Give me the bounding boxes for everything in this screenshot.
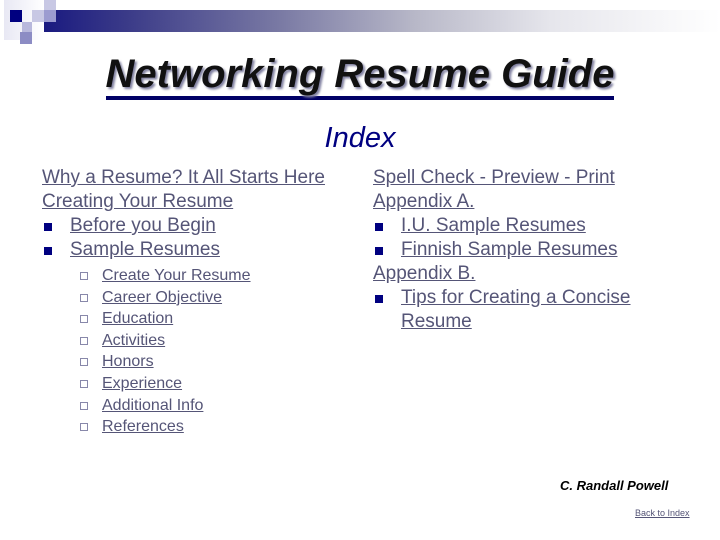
link-career-objective[interactable]: Career Objective xyxy=(102,289,222,306)
link-references[interactable]: References xyxy=(102,418,184,435)
link-activities[interactable]: Activities xyxy=(102,332,165,349)
link-iu-sample-resumes[interactable]: I.U. Sample Resumes xyxy=(401,215,586,236)
decor-square xyxy=(10,10,22,22)
list-item: Education xyxy=(42,308,325,330)
link-creating-your-resume[interactable]: Creating Your Resume xyxy=(42,191,233,212)
back-to-index-link[interactable]: Back to Index xyxy=(635,508,690,518)
square-bullet-icon xyxy=(375,223,383,231)
hollow-square-bullet-icon xyxy=(80,401,88,410)
list-item: Appendix A. xyxy=(373,190,661,214)
decor-square xyxy=(22,22,32,32)
square-bullet-icon xyxy=(44,247,52,255)
decor-square xyxy=(44,10,56,22)
list-item: Honors xyxy=(42,351,325,373)
list-item: Additional Info xyxy=(42,395,325,417)
hollow-square-bullet-icon xyxy=(80,272,88,280)
link-why-a-resume[interactable]: Why a Resume? It All Starts Here xyxy=(42,167,325,188)
hollow-square-bullet-icon xyxy=(80,315,88,324)
left-column: Why a Resume? It All Starts Here Creatin… xyxy=(42,166,325,438)
link-additional-info[interactable]: Additional Info xyxy=(102,397,203,414)
right-column: Spell Check - Preview - Print Appendix A… xyxy=(373,166,661,334)
decor-square xyxy=(44,0,56,10)
header-gradient-bar xyxy=(44,10,720,32)
page-title-text: Networking Resume Guide xyxy=(105,52,615,100)
square-bullet-icon xyxy=(44,223,52,231)
link-appendix-b[interactable]: Appendix B. xyxy=(373,263,475,284)
link-experience[interactable]: Experience xyxy=(102,375,182,392)
link-spell-check[interactable]: Spell Check - Preview - Print xyxy=(373,167,615,188)
list-item: Activities xyxy=(42,330,325,352)
hollow-square-bullet-icon xyxy=(80,379,88,388)
hollow-square-bullet-icon xyxy=(80,336,88,345)
author-name: C. Randall Powell xyxy=(560,478,669,493)
decor-square xyxy=(32,10,44,22)
square-bullet-icon xyxy=(375,295,383,303)
decor-square xyxy=(20,32,32,44)
list-item: Creating Your Resume xyxy=(42,190,325,214)
link-honors[interactable]: Honors xyxy=(102,353,154,370)
list-item: Spell Check - Preview - Print xyxy=(373,166,661,190)
link-appendix-a[interactable]: Appendix A. xyxy=(373,191,474,212)
list-item: Finnish Sample Resumes xyxy=(373,238,661,262)
list-item: References xyxy=(42,416,325,438)
index-heading: Index xyxy=(324,122,396,154)
list-item: Appendix B. xyxy=(373,262,661,286)
page-title: Networking Resume Guide xyxy=(0,52,720,100)
list-item: Create Your Resume xyxy=(42,265,325,287)
link-education[interactable]: Education xyxy=(102,310,173,327)
hollow-square-bullet-icon xyxy=(80,358,88,367)
list-item: Why a Resume? It All Starts Here xyxy=(42,166,325,190)
list-item: Career Objective xyxy=(42,287,325,309)
link-create-your-resume[interactable]: Create Your Resume xyxy=(102,267,251,284)
list-item: Before you Begin xyxy=(42,214,325,238)
link-sample-resumes[interactable]: Sample Resumes xyxy=(70,239,220,260)
list-item: Tips for Creating a Concise Resume xyxy=(373,286,661,334)
link-before-you-begin[interactable]: Before you Begin xyxy=(70,215,216,236)
hollow-square-bullet-icon xyxy=(80,423,88,432)
list-item: Sample Resumes xyxy=(42,238,325,262)
square-bullet-icon xyxy=(375,247,383,255)
list-item: Experience xyxy=(42,373,325,395)
hollow-square-bullet-icon xyxy=(80,293,88,302)
link-finnish-sample-resumes[interactable]: Finnish Sample Resumes xyxy=(401,239,617,260)
list-item: I.U. Sample Resumes xyxy=(373,214,661,238)
link-tips-concise-resume[interactable]: Tips for Creating a Concise Resume xyxy=(401,287,631,332)
